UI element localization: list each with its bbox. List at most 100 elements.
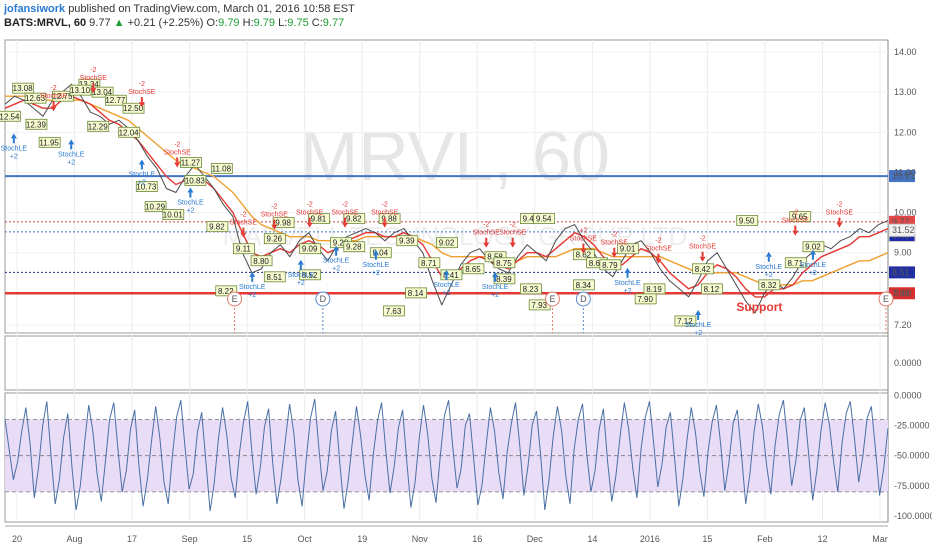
price-level-label: 8.51 [892, 267, 910, 277]
long-signal-label: StochLE [177, 200, 204, 207]
event-marker-label: E [232, 294, 238, 304]
long-signal-stem [70, 144, 73, 150]
long-signal-size: +2 [67, 159, 75, 166]
x-tick-label: Dec [527, 534, 544, 544]
y-tick-label: 13.00 [894, 87, 917, 97]
short-signal-label: StochSE [601, 240, 629, 247]
price-tag-label: 7.63 [386, 307, 402, 316]
x-tick-label: Mar [872, 534, 888, 544]
long-signal-stem [626, 272, 629, 278]
long-signal-label: StochLE [58, 151, 85, 158]
x-tick-label: 17 [127, 534, 137, 544]
event-marker-label: E [549, 294, 555, 304]
price-tag-label: 9.54 [536, 215, 552, 224]
long-signal-arrow-icon [10, 133, 17, 139]
price-tag-label: 8.19 [646, 285, 662, 294]
price-tag-label: 9.09 [302, 245, 318, 254]
short-signal-size: -2 [174, 141, 180, 148]
x-tick-label: 14 [587, 534, 597, 544]
watermark-symbol: MRVL, 60 [300, 117, 610, 195]
short-signal-label: StochSE [164, 149, 192, 156]
long-signal-stem [140, 164, 143, 170]
short-signal-stem [176, 157, 179, 163]
short-signal-size: -2 [382, 202, 388, 209]
price-tag-label: 7.93 [531, 301, 547, 310]
long-signal-label: StochLE [685, 322, 712, 329]
short-signal-size: -2 [50, 85, 56, 92]
price-tag-label: 10.83 [185, 176, 206, 185]
long-signal-size: +2 [491, 292, 499, 299]
x-tick-label: 20 [12, 534, 22, 544]
short-signal-label: StochSE [473, 230, 501, 237]
price-tag-label: 11.27 [181, 158, 201, 167]
short-signal-label: StochSE [826, 210, 854, 217]
short-signal-stem [701, 251, 704, 257]
short-signal-size: -2 [240, 212, 246, 219]
long-signal-label: StochLE [129, 171, 156, 178]
price-tag-label: 8.71 [421, 259, 437, 268]
long-signal-size: +2 [10, 153, 18, 160]
short-signal-size: -2 [483, 222, 489, 229]
price-tag-label: 9.02 [439, 239, 455, 248]
y-tick-label: 11.00 [894, 167, 916, 177]
x-tick-label: 19 [357, 534, 367, 544]
price-tag-label: 8.23 [523, 285, 539, 294]
short-signal-size: -2 [139, 81, 145, 88]
short-signal-label: StochSE [128, 89, 156, 96]
short-signal-arrow-icon [174, 162, 181, 168]
price-tag-label: 9.98 [275, 219, 291, 228]
short-signal-label: StochSE [782, 218, 810, 225]
x-tick-label: Oct [298, 534, 313, 544]
long-signal-stem [374, 254, 377, 260]
short-signal-arrow-icon [792, 230, 799, 236]
y-tick-label: 7.20 [894, 320, 912, 330]
short-signal-label: StochSE [261, 212, 289, 219]
long-signal-label: StochLE [323, 258, 350, 265]
long-signal-stem [767, 256, 770, 262]
short-signal-size: -2 [699, 236, 705, 243]
long-signal-label: StochLE [614, 280, 641, 287]
price-tag-label: 8.12 [704, 285, 720, 294]
y-tick-label: 0.0000 [894, 358, 922, 368]
price-tag-label: 8.14 [408, 289, 424, 298]
chart-canvas[interactable]: MRVL, 60 MARVELL TECHNOLOGY GROUP LTD 10… [0, 0, 932, 550]
short-signal-size: -2 [836, 202, 842, 209]
price-tag-label: 8.51 [267, 273, 283, 282]
short-signal-label: StochSE [499, 230, 527, 237]
long-signal-label: StochLE [363, 262, 390, 269]
price-tag-label: 8.34 [576, 281, 592, 290]
short-signal-size: -2 [90, 67, 96, 74]
long-signal-size: +2 [809, 270, 817, 277]
short-signal-stem [273, 219, 276, 225]
watermark: MRVL, 60 MARVELL TECHNOLOGY GROUP LTD [223, 117, 688, 251]
long-signal-label: StochLE [288, 272, 315, 279]
long-signal-label: StochLE [756, 264, 783, 271]
long-signal-label: StochLE [800, 262, 827, 269]
short-signal-stem [308, 217, 311, 223]
short-signal-stem [511, 237, 514, 243]
short-signal-stem [838, 217, 841, 223]
long-signal-arrow-icon [695, 309, 702, 315]
short-signal-stem [657, 253, 660, 259]
short-signal-size: -2 [307, 202, 313, 209]
long-signal-label: StochLE [239, 284, 266, 291]
event-marker-label: E [883, 294, 889, 304]
long-signal-stem [335, 250, 338, 256]
price-tag-label: 9.50 [739, 217, 755, 226]
stoch-y-tick-label: -100.0000 [894, 511, 932, 521]
x-tick-label: 16 [472, 534, 482, 544]
long-signal-stem [494, 276, 497, 282]
short-signal-label: StochSE [570, 236, 598, 243]
price-tag-label: 12.39 [26, 120, 47, 129]
price-tag-label: 9.39 [399, 237, 415, 246]
y-tick-label: 12.00 [894, 127, 917, 137]
long-signal-stem [445, 274, 448, 280]
short-signal-size: -2 [342, 202, 348, 209]
long-signal-arrow-icon [624, 267, 631, 273]
long-signal-arrow-icon [138, 159, 145, 165]
short-signal-arrow-icon [836, 222, 843, 228]
short-signal-stem [140, 97, 143, 103]
price-tag-label: 8.39 [496, 275, 512, 284]
price-tag-label: 13.08 [13, 84, 34, 93]
price-tag-label: 10.01 [163, 211, 184, 220]
